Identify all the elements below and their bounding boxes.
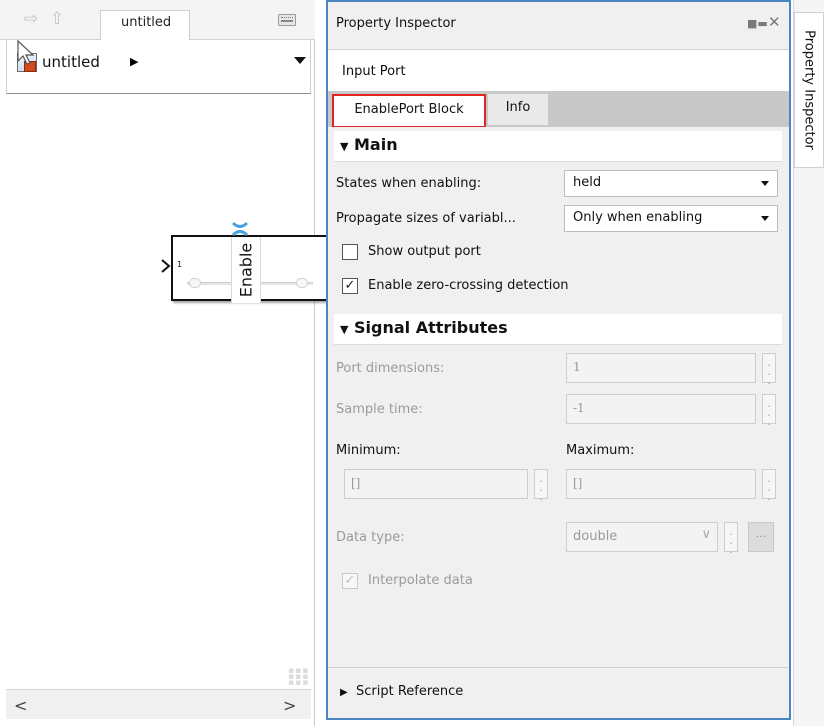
section-title: Signal Attributes bbox=[354, 318, 508, 337]
inspector-title: Property Inspector bbox=[336, 16, 456, 31]
block-label-text: Enable bbox=[236, 242, 256, 298]
port-dimensions-label: Port dimensions: bbox=[336, 361, 445, 376]
script-reference-label: Script Reference bbox=[356, 684, 464, 699]
inspector-titlebar: Property Inspector ■▬ ✕ bbox=[328, 2, 789, 50]
horizontal-scrollbar[interactable]: < > ▪▪▪ ▪▪▪ ▪▪▪ bbox=[6, 667, 311, 719]
mouse-cursor-icon bbox=[17, 40, 35, 65]
dropdown-arrow-icon bbox=[761, 181, 769, 186]
field-value: -1 bbox=[573, 401, 585, 415]
port-dimensions-field: 1 bbox=[566, 353, 756, 383]
more-options-icon: ... bbox=[534, 469, 548, 502]
more-options-icon: ... bbox=[762, 469, 776, 502]
propagate-sizes-label: Propagate sizes of variabl... bbox=[336, 211, 516, 226]
side-tab-label: Property Inspector bbox=[801, 30, 817, 150]
collapse-triangle-icon: ▼ bbox=[340, 140, 349, 153]
show-output-port-label: Show output port bbox=[368, 244, 481, 259]
tab-label: Info bbox=[505, 100, 531, 115]
breadcrumb-dropdown-icon[interactable] bbox=[294, 57, 306, 64]
data-type-dropdown: double ∨ bbox=[566, 522, 718, 552]
block-slider-knob bbox=[189, 278, 201, 288]
enable-port-block[interactable]: 1 Enable bbox=[161, 235, 331, 303]
zero-crossing-checkbox[interactable]: ✓ bbox=[342, 278, 358, 294]
inspector-block-header: Input Port bbox=[328, 51, 789, 91]
script-reference-section[interactable]: ▶ Script Reference bbox=[328, 667, 789, 718]
show-output-port-checkbox[interactable] bbox=[342, 244, 358, 260]
enable-port-marker-icon bbox=[231, 221, 249, 237]
interpolate-data-label: Interpolate data bbox=[368, 573, 473, 588]
more-options-icon: ... bbox=[724, 522, 738, 555]
tab-untitled[interactable]: untitled bbox=[100, 10, 190, 40]
assistant-label: ... bbox=[755, 527, 767, 540]
close-icon[interactable]: ✕ bbox=[768, 13, 781, 31]
field-value: 1 bbox=[573, 360, 581, 374]
section-main-header[interactable]: ▼ Main bbox=[334, 131, 782, 162]
resize-grip-icon[interactable]: ▪▪▪ ▪▪▪ ▪▪▪ bbox=[288, 667, 308, 688]
property-inspector-side-tab[interactable]: Property Inspector bbox=[794, 12, 824, 168]
states-when-enabling-dropdown[interactable]: held bbox=[564, 170, 778, 197]
dropdown-value: held bbox=[573, 175, 602, 190]
dropdown-value: double bbox=[573, 529, 618, 544]
inspector-tabs: EnablePort Block Info bbox=[328, 91, 789, 128]
sample-time-label: Sample time: bbox=[336, 402, 423, 417]
sample-time-field: -1 bbox=[566, 394, 756, 424]
dropdown-arrow-icon bbox=[761, 216, 769, 221]
input-port-icon bbox=[161, 259, 171, 273]
model-editor: ⇨ ⇧ untitled untitled ▶ 1 Enable < > ▪▪▪… bbox=[0, 0, 331, 726]
expand-triangle-icon: ▶ bbox=[340, 687, 348, 698]
breadcrumb-model-name[interactable]: untitled bbox=[42, 53, 100, 71]
zero-crossing-label: Enable zero-crossing detection bbox=[368, 278, 569, 293]
section-signal-attributes-header[interactable]: ▼ Signal Attributes bbox=[334, 314, 782, 345]
more-options-icon: ... bbox=[762, 353, 776, 386]
port-number: 1 bbox=[177, 260, 183, 269]
tab-enableport-block[interactable]: EnablePort Block bbox=[332, 94, 486, 128]
chevron-down-icon: ∨ bbox=[701, 527, 711, 542]
minimum-label: Minimum: bbox=[336, 443, 401, 458]
property-inspector: Property Inspector ■▬ ✕ Input Port Enabl… bbox=[326, 0, 791, 720]
block-slider-knob bbox=[296, 278, 308, 288]
propagate-sizes-dropdown[interactable]: Only when enabling bbox=[564, 205, 778, 232]
states-when-enabling-label: States when enabling: bbox=[336, 176, 482, 191]
up-arrow-icon[interactable]: ⇧ bbox=[48, 10, 66, 28]
more-options-icon: ... bbox=[762, 394, 776, 427]
model-canvas[interactable]: 1 Enable bbox=[6, 95, 331, 689]
keyboard-icon[interactable] bbox=[278, 14, 296, 26]
section-title: Main bbox=[354, 135, 398, 154]
collapse-triangle-icon: ▼ bbox=[340, 323, 349, 336]
maximum-field: [] bbox=[566, 469, 756, 499]
maximum-label: Maximum: bbox=[566, 443, 635, 458]
tab-info[interactable]: Info bbox=[488, 94, 548, 125]
data-type-label: Data type: bbox=[336, 530, 405, 545]
tab-label: EnablePort Block bbox=[354, 102, 464, 117]
tab-untitled-label: untitled bbox=[121, 15, 172, 30]
breadcrumb-arrow-icon: ▶ bbox=[130, 55, 139, 68]
side-panel-strip: Property Inspector bbox=[793, 0, 824, 726]
inspector-body: ▼ Main States when enabling: held Propag… bbox=[328, 127, 789, 718]
breadcrumb: untitled ▶ bbox=[6, 40, 311, 94]
editor-toolbar: ⇨ ⇧ untitled bbox=[0, 0, 315, 40]
minimum-field: [] bbox=[344, 469, 528, 499]
scroll-right-icon[interactable]: > bbox=[283, 696, 296, 715]
block-type-label: Input Port bbox=[342, 64, 406, 79]
interpolate-data-checkbox: ✓ bbox=[342, 573, 358, 589]
dropdown-value: Only when enabling bbox=[573, 210, 703, 225]
back-arrow-icon[interactable]: ⇨ bbox=[22, 10, 40, 28]
field-value: [] bbox=[351, 476, 361, 490]
pin-icon[interactable]: ■▬ bbox=[747, 17, 768, 30]
block-label: Enable bbox=[231, 237, 261, 303]
data-type-assistant-button: ... bbox=[748, 522, 774, 552]
scroll-left-icon[interactable]: < bbox=[14, 696, 27, 715]
field-value: [] bbox=[573, 476, 583, 490]
